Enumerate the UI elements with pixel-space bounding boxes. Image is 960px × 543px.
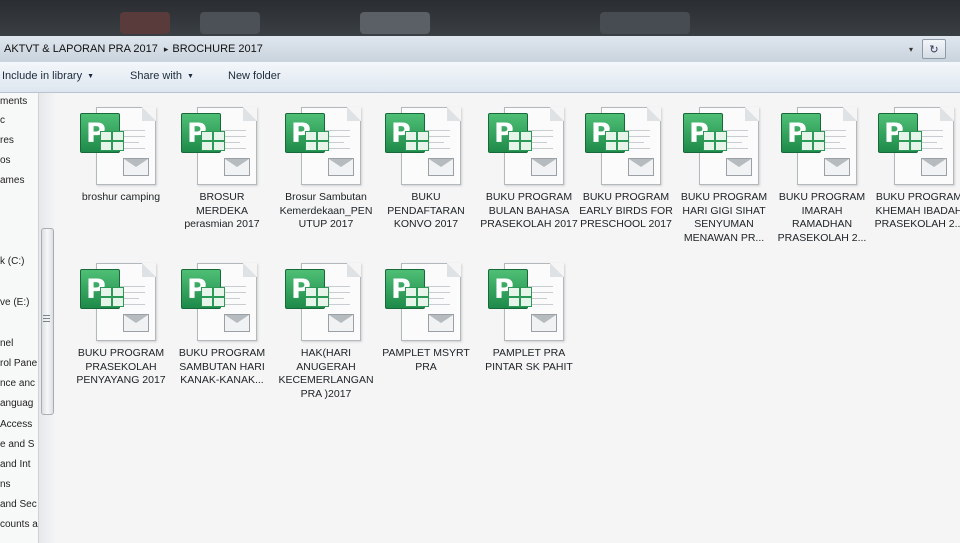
publisher-file-icon: P bbox=[488, 261, 570, 343]
publisher-file-icon: P bbox=[385, 105, 467, 187]
publisher-grid-icon bbox=[703, 131, 727, 151]
taskbar-strip bbox=[0, 0, 960, 36]
file-name: BUKU PROGRAM IMARAH RAMADHAN PRASEKOLAH … bbox=[777, 191, 867, 244]
envelope-icon bbox=[428, 158, 454, 176]
file-item[interactable]: P BROSUR MERDEKA perasmian 2017 bbox=[173, 105, 271, 232]
publisher-file-icon: P bbox=[285, 261, 367, 343]
share-with-button[interactable]: Share with ▼ bbox=[130, 70, 194, 82]
publisher-grid-icon bbox=[801, 131, 825, 151]
publisher-grid-icon bbox=[405, 131, 429, 151]
new-folder-button[interactable]: New folder bbox=[228, 70, 281, 82]
file-name: PAMPLET PRA PINTAR SK PAHIT bbox=[485, 347, 573, 373]
publisher-file-icon: P bbox=[80, 261, 162, 343]
envelope-icon bbox=[224, 314, 250, 332]
file-name: PAMPLET MSYRT PRA bbox=[382, 347, 470, 373]
publisher-grid-icon bbox=[605, 131, 629, 151]
file-name: BUKU PROGRAM EARLY BIRDS FOR PRESCHOOL 2… bbox=[579, 191, 673, 230]
file-item[interactable]: P BUKU PROGRAM EARLY BIRDS FOR PRESCHOOL … bbox=[577, 105, 675, 232]
file-name: BUKU PENDAFTARAN KONVO 2017 bbox=[387, 191, 465, 230]
taskbar-app-icon[interactable] bbox=[600, 12, 690, 34]
explorer-screen: AKTVT & LAPORAN PRA 2017 ▸ BROCHURE 2017… bbox=[0, 0, 960, 543]
breadcrumb-item-brochure[interactable]: BROCHURE 2017 bbox=[168, 43, 268, 55]
include-in-library-label: Include in library bbox=[2, 70, 83, 82]
file-name: BUKU PROGRAM PRASEKOLAH PENYAYANG 2017 bbox=[76, 347, 166, 386]
publisher-file-icon: P bbox=[80, 105, 162, 187]
file-name: broshur camping bbox=[81, 191, 161, 203]
file-name: BUKU PROGRAM BULAN BAHASA PRASEKOLAH 201… bbox=[480, 191, 578, 230]
address-bar[interactable]: AKTVT & LAPORAN PRA 2017 ▸ BROCHURE 2017… bbox=[0, 36, 960, 63]
publisher-file-icon: P bbox=[488, 105, 570, 187]
file-item[interactable]: P BUKU PENDAFTARAN KONVO 2017 bbox=[377, 105, 475, 232]
toolbar: Include in library ▼ Share with ▼ New fold… bbox=[0, 62, 960, 93]
publisher-grid-icon bbox=[100, 287, 124, 307]
publisher-grid-icon bbox=[405, 287, 429, 307]
file-item[interactable]: P Brosur Sambutan Kemerdekaan_PENUTUP 201… bbox=[277, 105, 375, 232]
file-name: HAK(HARI ANUGERAH KECEMERLANGAN PRA )201… bbox=[278, 347, 374, 400]
envelope-icon bbox=[921, 158, 947, 176]
envelope-icon bbox=[428, 314, 454, 332]
publisher-file-icon: P bbox=[683, 105, 765, 187]
publisher-grid-icon bbox=[898, 131, 922, 151]
file-item[interactable]: P BUKU PROGRAM SAMBUTAN HARI KANAK-KANAK.… bbox=[173, 261, 271, 388]
file-name: BROSUR MERDEKA perasmian 2017 bbox=[184, 191, 260, 230]
publisher-file-icon: P bbox=[181, 105, 263, 187]
refresh-button[interactable]: ↻ bbox=[922, 39, 946, 59]
publisher-file-icon: P bbox=[285, 105, 367, 187]
envelope-icon bbox=[224, 158, 250, 176]
navigation-scrollbar[interactable] bbox=[38, 93, 55, 543]
scrollbar-grip-icon bbox=[43, 315, 50, 324]
file-item[interactable]: P BUKU PROGRAM BULAN BAHASA PRASEKOLAH 20… bbox=[480, 105, 578, 232]
envelope-icon bbox=[726, 158, 752, 176]
publisher-grid-icon bbox=[508, 287, 532, 307]
taskbar-app-icon[interactable] bbox=[360, 12, 430, 34]
file-item[interactable]: Pbroshur camping bbox=[72, 105, 170, 205]
publisher-grid-icon bbox=[201, 131, 225, 151]
publisher-grid-icon bbox=[305, 131, 329, 151]
envelope-icon bbox=[328, 314, 354, 332]
publisher-file-icon: P bbox=[181, 261, 263, 343]
publisher-grid-icon bbox=[508, 131, 532, 151]
envelope-icon bbox=[531, 314, 557, 332]
file-name: Brosur Sambutan Kemerdekaan_PENUTUP 2017 bbox=[279, 191, 373, 230]
publisher-grid-icon bbox=[305, 287, 329, 307]
file-item[interactable]: P PAMPLET PRA PINTAR SK PAHIT bbox=[480, 261, 578, 374]
address-controls: ▾ ↻ bbox=[904, 39, 960, 59]
envelope-icon bbox=[328, 158, 354, 176]
chevron-down-icon: ▼ bbox=[87, 73, 95, 80]
address-dropdown-icon[interactable]: ▾ bbox=[904, 40, 918, 58]
envelope-icon bbox=[531, 158, 557, 176]
envelope-icon bbox=[628, 158, 654, 176]
file-item[interactable]: P BUKU PROGRAM IMARAH RAMADHAN PRASEKOLAH… bbox=[773, 105, 871, 245]
file-item[interactable]: P PAMPLET MSYRT PRA bbox=[377, 261, 475, 374]
publisher-file-icon: P bbox=[781, 105, 863, 187]
share-with-label: Share with bbox=[130, 70, 182, 82]
file-item[interactable]: P BUKU PROGRAM PRASEKOLAH PENYAYANG 2017 bbox=[72, 261, 170, 388]
publisher-grid-icon bbox=[100, 131, 124, 151]
file-name: BUKU PROGRAM KHEMAH IBADAH PRASEKOLAH 2.… bbox=[874, 191, 960, 230]
file-item[interactable]: P BUKU PROGRAM KHEMAH IBADAH PRASEKOLAH 2… bbox=[870, 105, 960, 232]
envelope-icon bbox=[123, 314, 149, 332]
taskbar-app-icon[interactable] bbox=[120, 12, 170, 34]
publisher-grid-icon bbox=[201, 287, 225, 307]
file-list: Pbroshur camping P BROSUR MERDEKA perasmia… bbox=[55, 93, 960, 543]
file-name: BUKU PROGRAM HARI GIGI SIHAT SENYUMAN ME… bbox=[680, 191, 768, 244]
publisher-file-icon: P bbox=[878, 105, 960, 187]
file-item[interactable]: P HAK(HARI ANUGERAH KECEMERLANGAN PRA )20… bbox=[277, 261, 375, 401]
envelope-icon bbox=[824, 158, 850, 176]
envelope-icon bbox=[123, 158, 149, 176]
breadcrumb: AKTVT & LAPORAN PRA 2017 ▸ BROCHURE 2017 bbox=[0, 38, 269, 60]
file-name: BUKU PROGRAM SAMBUTAN HARI KANAK-KANAK..… bbox=[178, 347, 266, 386]
publisher-file-icon: P bbox=[585, 105, 667, 187]
publisher-file-icon: P bbox=[385, 261, 467, 343]
chevron-down-icon: ▼ bbox=[186, 73, 194, 80]
file-item[interactable]: P BUKU PROGRAM HARI GIGI SIHAT SENYUMAN M… bbox=[675, 105, 773, 245]
taskbar-app-icon[interactable] bbox=[200, 12, 260, 34]
include-in-library-button[interactable]: Include in library ▼ bbox=[2, 70, 94, 82]
breadcrumb-item-aktvt[interactable]: AKTVT & LAPORAN PRA 2017 bbox=[0, 43, 164, 55]
